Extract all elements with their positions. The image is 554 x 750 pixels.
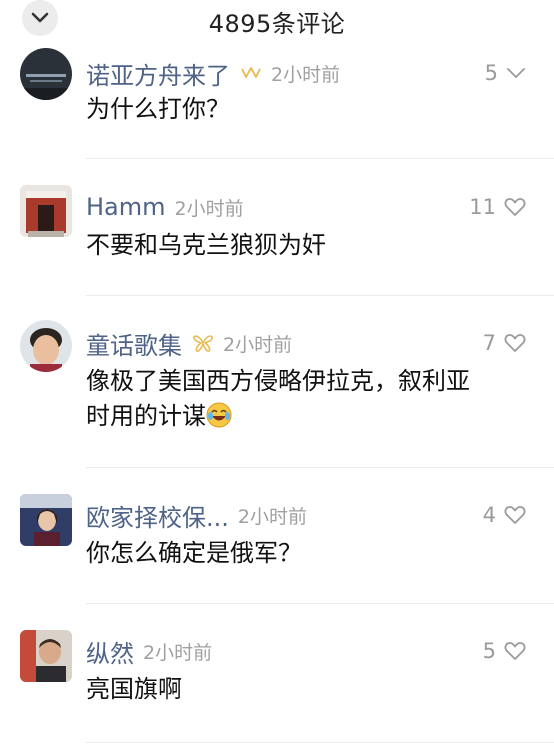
timestamp: 2小时前 [237,505,307,528]
like-count: 4 [482,503,496,527]
comment-text: 你怎么确定是俄军？ [86,539,302,567]
comment-text: 为什么打你？ [86,95,230,123]
comment-item: 欧家择校保... 2小时前 4 你怎么确定是俄军？ [0,468,554,604]
comment-text: 亮国旗啊 [86,675,182,703]
avatar[interactable] [20,320,72,372]
laugh-cry-icon [206,402,232,438]
comment-item: 纵然 2小时前 5 亮国旗啊 [0,604,554,750]
username[interactable]: 童话歌集 [86,326,182,361]
comment-meta: Hamm 2小时前 [86,192,244,222]
comment-text: 不要和乌克兰狼狈为奸 [86,231,326,259]
heart-icon [504,641,526,661]
like-button[interactable]: 11 [469,192,526,222]
comment-text-line: 像极了美国西方侵略伊拉克，叙利亚 [86,367,470,395]
like-count: 5 [484,61,498,85]
comment-meta: 诺亚方舟来了 2小时前 [86,56,341,91]
avatar[interactable] [20,185,72,237]
crown-icon [240,65,262,81]
like-button[interactable]: 5 [483,636,526,666]
timestamp: 2小时前 [271,63,341,86]
comment-text-line-end: 时用的计谋 [86,402,206,430]
like-button[interactable]: 7 [483,328,526,358]
username[interactable]: 纵然 [86,634,134,669]
comment-item: Hamm 2小时前 11 不要和乌克兰狼狈为奸 [0,160,554,296]
timestamp: 2小时前 [174,197,244,220]
like-button[interactable]: 5 [485,58,526,88]
divider [86,742,554,743]
like-count: 5 [482,639,496,663]
comments-header: 4895条评论 [0,0,554,40]
like-count: 7 [482,331,496,355]
like-count: 11 [469,195,496,219]
divider [86,158,554,159]
heart-icon [504,333,526,353]
comment-meta: 纵然 2小时前 [86,634,213,669]
heart-icon [504,505,526,525]
avatar[interactable] [20,494,72,546]
like-button[interactable]: 4 [483,500,526,530]
timestamp: 2小时前 [143,641,213,664]
username[interactable]: 诺亚方舟来了 [86,56,230,91]
comment-item: 童话歌集 2小时前 7 像极了美国西方侵略伊拉克，叙利亚 时用的计谋 [0,296,554,468]
avatar[interactable] [20,48,72,100]
comment-text: 像极了美国西方侵略伊拉克，叙利亚 时用的计谋 [86,364,531,438]
timestamp: 2小时前 [223,333,293,356]
comment-count-title: 4895条评论 [208,10,346,38]
wings-icon [192,333,214,353]
username[interactable]: 欧家择校保... [86,498,229,533]
chevron-down-icon [506,67,526,79]
heart-icon [504,197,526,217]
comment-text-line: 时用的计谋 [86,399,531,438]
username[interactable]: Hamm [86,193,166,221]
comment-meta: 童话歌集 2小时前 [86,326,293,361]
comment-meta: 欧家择校保... 2小时前 [86,498,307,533]
avatar[interactable] [20,630,72,682]
